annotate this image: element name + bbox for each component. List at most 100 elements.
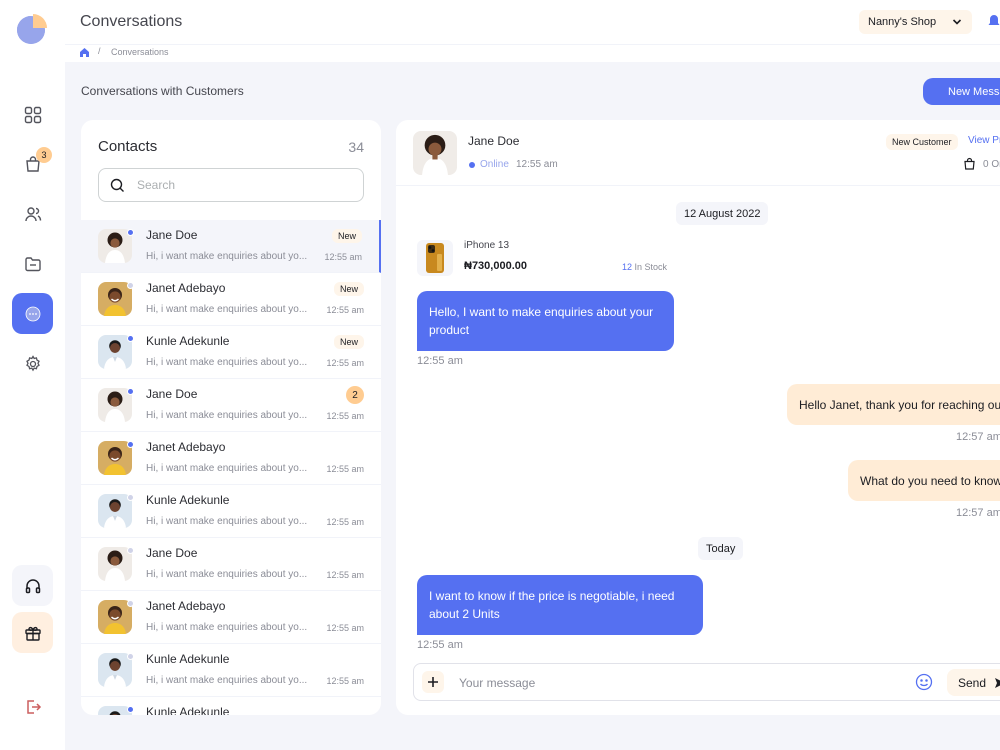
- nav-customers[interactable]: [12, 193, 53, 234]
- nav-support[interactable]: [12, 565, 53, 606]
- headphones-icon: [25, 578, 40, 593]
- contact-row[interactable]: Janet Adebayo Hi, i want make enquiries a…: [81, 591, 381, 644]
- presence-dot: [127, 441, 134, 448]
- chat-panel: Jane Doe Online 12:55 am New Customer Vi…: [396, 120, 1000, 715]
- message-bubble-outgoing: What do you need to know?: [848, 460, 1000, 501]
- grid-icon: [24, 106, 41, 123]
- chat-contact-name: Jane Doe: [468, 134, 520, 148]
- contact-row[interactable]: Janet Adebayo Hi, i want make enquiries a…: [81, 273, 381, 326]
- last-seen-time: 12:55 am: [516, 159, 558, 170]
- nav-conversations[interactable]: [12, 293, 53, 334]
- shop-select-value: Nanny's Shop: [868, 16, 937, 28]
- breadcrumb: / Conversations: [65, 45, 1000, 62]
- contact-name: Jane Doe: [146, 228, 198, 242]
- nav-dashboard[interactable]: [12, 94, 53, 135]
- online-status-dot: [469, 162, 475, 168]
- contact-time: 12:55 am: [324, 252, 362, 262]
- presence-dot: [127, 653, 134, 660]
- presence-dot: [127, 600, 134, 607]
- emoji-icon[interactable]: [915, 673, 933, 691]
- message-time: 12:57 am: [956, 431, 1000, 443]
- contact-row[interactable]: Janet Adebayo Hi, i want make enquiries a…: [81, 432, 381, 485]
- chat-contact-avatar[interactable]: [413, 131, 457, 175]
- send-button[interactable]: Send: [947, 669, 1000, 696]
- presence-dot: [127, 494, 134, 501]
- contact-row[interactable]: Jane Doe Hi, i want make enquiries about …: [81, 379, 381, 432]
- presence-dot: [127, 388, 134, 395]
- gift-icon: [24, 626, 41, 641]
- chat-icon: [25, 306, 40, 321]
- contacts-panel: Contacts 34 Jane Doe Hi, i want make enqu…: [81, 120, 381, 715]
- contact-name: Kunle Adekunle: [146, 334, 230, 348]
- nav-gift[interactable]: [12, 612, 53, 653]
- breadcrumb-separator: /: [98, 46, 101, 56]
- phone-image: [426, 243, 444, 273]
- message-bubble-incoming: I want to know if the price is negotiabl…: [417, 575, 703, 635]
- orders-count: 0 Orders: [983, 159, 1000, 170]
- contact-preview: Hi, i want make enquiries about yo...: [146, 516, 308, 527]
- message-time: 12:57 am: [956, 507, 1000, 519]
- contact-row[interactable]: Kunle Adekunle Hi, i want make enquiries …: [81, 326, 381, 379]
- product-name: iPhone 13: [464, 240, 510, 251]
- nav-logout[interactable]: [12, 686, 53, 727]
- contacts-count: 34: [348, 139, 364, 155]
- section-title: Conversations with Customers: [81, 84, 244, 98]
- new-message-button[interactable]: New Message: [923, 78, 1000, 105]
- stock-label: In Stock: [634, 262, 668, 272]
- nav-inventory[interactable]: [12, 243, 53, 284]
- message-bubble-outgoing: Hello Janet, thank you for reaching out: [787, 384, 1000, 425]
- breadcrumb-current[interactable]: Conversations: [111, 47, 169, 57]
- home-icon[interactable]: [79, 47, 90, 58]
- contact-time: 12:55 am: [326, 676, 364, 686]
- top-header: Conversations Nanny's Shop: [65, 0, 1000, 45]
- app-logo[interactable]: [16, 13, 48, 45]
- folder-icon: [24, 256, 41, 271]
- contact-preview: Hi, i want make enquiries about yo...: [146, 357, 308, 368]
- orders-badge: 3: [36, 147, 52, 163]
- contact-name: Jane Doe: [146, 387, 198, 401]
- contact-row[interactable]: Jane Doe Hi, i want make enquiries about …: [81, 220, 381, 273]
- contact-row[interactable]: Kunle Adekunle Hi, i want make enquiries …: [81, 644, 381, 697]
- contact-row[interactable]: Kunle Adekunle Hi, i want make enquiries …: [81, 485, 381, 538]
- contacts-title: Contacts: [98, 138, 158, 155]
- new-tag: New: [331, 229, 362, 243]
- presence-dot: [127, 335, 134, 342]
- date-divider: Today: [698, 537, 744, 560]
- presence-dot: [127, 282, 134, 289]
- nav-orders[interactable]: 3: [12, 143, 53, 184]
- contacts-search[interactable]: [98, 168, 364, 202]
- message-time: 12:55 am: [417, 639, 463, 651]
- contact-preview: Hi, i want make enquiries about yo...: [146, 410, 308, 421]
- product-image: [417, 240, 453, 276]
- contact-time: 12:55 am: [326, 464, 364, 474]
- contact-name: Kunle Adekunle: [146, 652, 230, 666]
- bell-icon[interactable]: [987, 14, 1000, 28]
- contact-time: 12:55 am: [326, 570, 364, 580]
- nav-settings[interactable]: [12, 343, 53, 384]
- presence-dot: [127, 229, 134, 236]
- product-card[interactable]: iPhone 13 ₦730,000.00 12 In Stock: [417, 238, 677, 280]
- contact-row[interactable]: Kunle Adekunle: [81, 697, 381, 715]
- users-icon: [24, 206, 41, 221]
- message-input[interactable]: [459, 674, 859, 692]
- bag-icon: [964, 157, 975, 170]
- attach-button[interactable]: [422, 671, 444, 693]
- shop-select[interactable]: Nanny's Shop: [859, 10, 972, 34]
- message-composer: Send: [413, 663, 1000, 701]
- search-icon: [110, 178, 124, 192]
- view-profile-link[interactable]: View Profile: [968, 135, 1000, 146]
- contact-time: 12:55 am: [326, 358, 364, 368]
- online-status: Online: [480, 159, 509, 170]
- contact-row[interactable]: Jane Doe Hi, i want make enquiries about …: [81, 538, 381, 591]
- chevron-down-icon: [952, 19, 962, 25]
- contact-time: 12:55 am: [326, 517, 364, 527]
- contact-preview: Hi, i want make enquiries about yo...: [146, 569, 308, 580]
- contact-name: Janet Adebayo: [146, 440, 226, 454]
- search-input[interactable]: [137, 176, 337, 194]
- contact-preview: Hi, i want make enquiries about yo...: [146, 675, 308, 686]
- message-bubble-incoming: Hello, I want to make enquiries about yo…: [417, 291, 674, 351]
- customer-tag: New Customer: [886, 134, 958, 150]
- logout-icon: [26, 699, 41, 714]
- contact-list: Jane Doe Hi, i want make enquiries about …: [81, 220, 381, 715]
- send-label: Send: [958, 675, 987, 690]
